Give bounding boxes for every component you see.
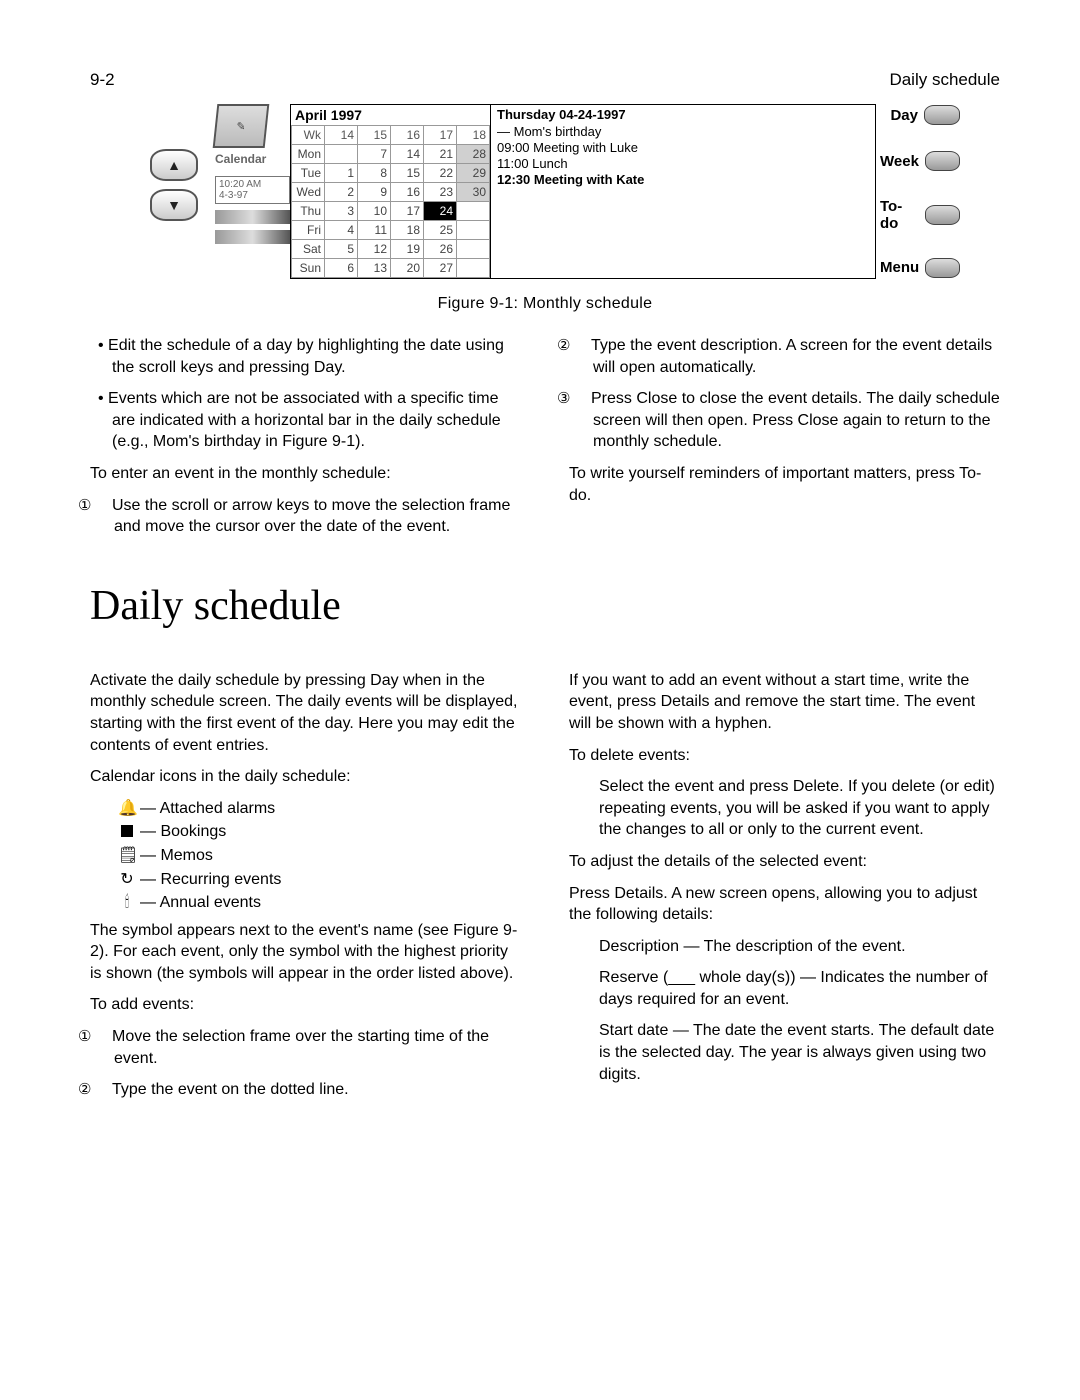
softkey-menu: Menu [880,258,960,278]
detail-item: Reserve (___ whole day(s)) — Indicates t… [599,967,1000,1010]
paragraph: To write yourself reminders of important… [569,463,1000,506]
step: ①Use the scroll or arrow keys to move th… [90,495,521,538]
calendar-label: Calendar [215,152,290,166]
clock-readout: 10:20 AM 4-3-97 [215,176,290,204]
softkey-button [924,105,960,125]
event-row: — Mom's birthday [497,124,869,139]
page-title: Daily schedule [889,70,1000,90]
legend-row: 🕯— Annual events [118,892,521,914]
softkey-day: Day [880,105,960,125]
softkey-button [925,151,960,171]
paragraph: If you want to add an event without a st… [569,670,1000,735]
paragraph: To delete events: [569,745,1000,767]
step: ②Type the event on the dotted line. [90,1079,521,1101]
event-row: 09:00 Meeting with Luke [497,140,869,155]
bullet: Edit the schedule of a day by highlighti… [90,335,521,378]
step: ②Type the event description. A screen fo… [569,335,1000,378]
calendar-icon: ✎ [213,104,270,148]
softkey-button [925,258,960,278]
event-row: 12:30 Meeting with Kate [497,172,869,187]
month-grid: April 1997 Wk1415161718Mon7142128Tue1815… [290,104,491,279]
monthly-schedule-screenshot: ▲ ▼ ✎ Calendar 10:20 AM 4-3-97 April 199… [150,104,960,279]
month-title: April 1997 [291,105,490,125]
legend-row: 🔔— Attached alarms [118,798,521,820]
step: ③Press Close to close the event details.… [569,388,1000,453]
mini-bar-2 [215,230,290,244]
bullet: Events which are not be associated with … [90,388,521,453]
scroll-up-icon: ▲ [150,149,198,181]
icon-legend: 🔔— Attached alarms— Bookings🗒— Memos↻— R… [118,798,521,914]
page-number: 9-2 [90,70,115,90]
paragraph: To add events: [90,994,521,1016]
day-header: Thursday 04-24-1997 [497,107,869,122]
paragraph: Activate the daily schedule by pressing … [90,670,521,756]
legend-row: ↻— Recurring events [118,869,521,891]
day-event-list: Thursday 04-24-1997 — Mom's birthday09:0… [491,104,876,279]
legend-row: 🗒— Memos [118,845,521,867]
scroll-down-icon: ▼ [150,189,198,221]
detail-item: Start date — The date the event starts. … [599,1020,1000,1085]
paragraph: Calendar icons in the daily schedule: [90,766,521,788]
event-row: 11:00 Lunch [497,156,869,171]
detail-item: Description — The description of the eve… [599,936,1000,958]
section-heading: Daily schedule [90,582,1000,630]
paragraph: Select the event and press Delete. If yo… [599,776,1000,841]
paragraph: Press Details. A new screen opens, allow… [569,883,1000,926]
mini-bar-1 [215,210,290,224]
paragraph: To enter an event in the monthly schedul… [90,463,521,485]
step: ①Move the selection frame over the start… [90,1026,521,1069]
legend-row: — Bookings [118,821,521,843]
paragraph: The symbol appears next to the event's n… [90,920,521,985]
softkey-to-do: To-do [880,198,960,232]
softkey-button [925,205,960,225]
paragraph: To adjust the details of the selected ev… [569,851,1000,873]
softkey-week: Week [880,151,960,171]
figure-caption: Figure 9-1: Monthly schedule [90,295,1000,313]
